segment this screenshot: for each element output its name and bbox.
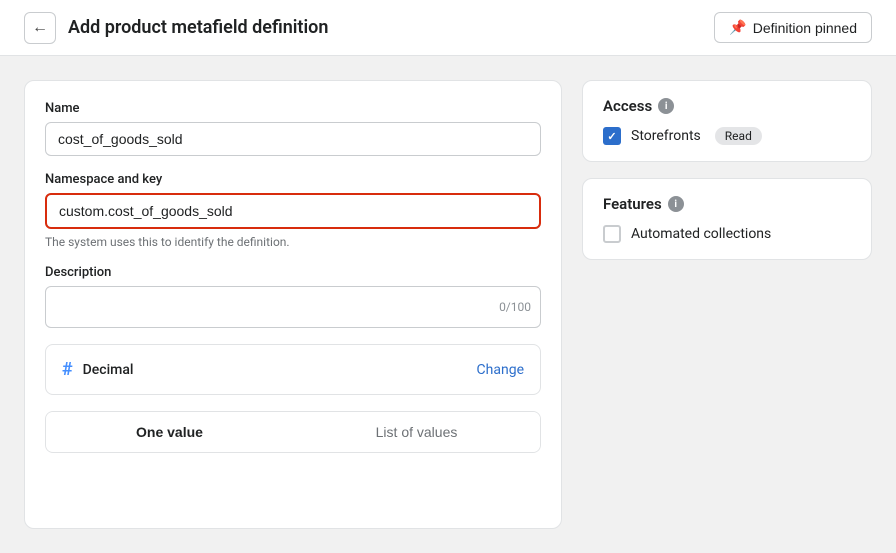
back-icon: ← xyxy=(32,19,48,37)
storefronts-label: Storefronts xyxy=(631,128,701,144)
decimal-icon: # xyxy=(62,359,73,380)
main-content: Name Namespace and key The system uses t… xyxy=(0,56,896,553)
features-section-title: Features i xyxy=(603,195,851,213)
namespace-input[interactable] xyxy=(45,193,541,229)
name-field-group: Name xyxy=(45,101,541,156)
change-type-link[interactable]: Change xyxy=(477,362,524,378)
description-field-group: Description 0/100 xyxy=(45,265,541,328)
automated-collections-label: Automated collections xyxy=(631,226,771,242)
type-box: # Decimal Change xyxy=(45,344,541,395)
left-panel: Name Namespace and key The system uses t… xyxy=(24,80,562,529)
page-title: Add product metafield definition xyxy=(68,17,328,38)
value-toggle: One value List of values xyxy=(45,411,541,453)
read-badge: Read xyxy=(715,127,762,145)
namespace-hint: The system uses this to identify the def… xyxy=(45,235,541,249)
namespace-label: Namespace and key xyxy=(45,172,541,187)
access-title-text: Access xyxy=(603,97,652,115)
pin-definition-button[interactable]: 📌 Definition pinned xyxy=(714,12,872,43)
features-card: Features i Automated collections xyxy=(582,178,872,260)
storefronts-checkbox[interactable] xyxy=(603,127,621,145)
pin-icon: 📌 xyxy=(729,19,746,36)
features-info-icon[interactable]: i xyxy=(668,196,684,212)
header-left: ← Add product metafield definition xyxy=(24,12,328,44)
back-button[interactable]: ← xyxy=(24,12,56,44)
storefront-row: Storefronts Read xyxy=(603,127,851,145)
page-header: ← Add product metafield definition 📌 Def… xyxy=(0,0,896,56)
one-value-button[interactable]: One value xyxy=(46,412,293,452)
type-left: # Decimal xyxy=(62,359,134,380)
access-section-title: Access i xyxy=(603,97,851,115)
automated-collections-checkbox[interactable] xyxy=(603,225,621,243)
features-title-text: Features xyxy=(603,195,662,213)
right-panel: Access i Storefronts Read Features i Aut… xyxy=(582,80,872,529)
name-input[interactable] xyxy=(45,122,541,156)
list-of-values-button[interactable]: List of values xyxy=(293,412,540,452)
access-card: Access i Storefronts Read xyxy=(582,80,872,162)
access-info-icon[interactable]: i xyxy=(658,98,674,114)
description-wrapper: 0/100 xyxy=(45,286,541,328)
namespace-field-group: Namespace and key The system uses this t… xyxy=(45,172,541,249)
description-label: Description xyxy=(45,265,541,280)
automated-collections-row: Automated collections xyxy=(603,225,851,243)
name-label: Name xyxy=(45,101,541,116)
char-count: 0/100 xyxy=(499,300,531,314)
type-label: Decimal xyxy=(83,362,134,378)
description-input[interactable] xyxy=(45,286,541,328)
pin-button-label: Definition pinned xyxy=(753,20,857,36)
